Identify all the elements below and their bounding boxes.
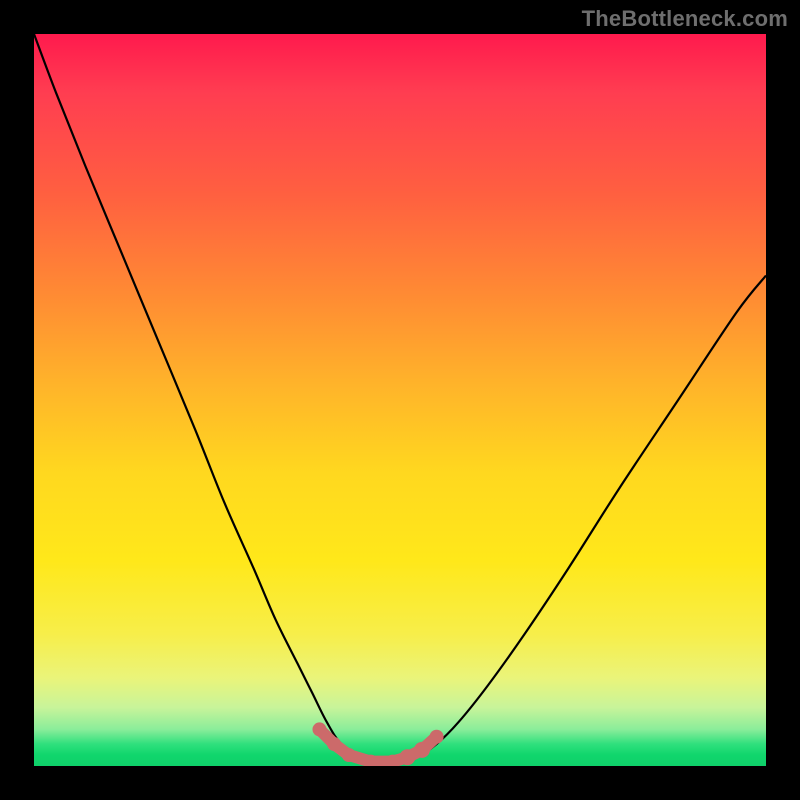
accent-dot [312, 722, 326, 736]
watermark-label: TheBottleneck.com [582, 6, 788, 32]
chart-canvas: TheBottleneck.com [0, 0, 800, 800]
plot-area [34, 34, 766, 766]
bottleneck-curve [34, 34, 766, 763]
chart-svg [34, 34, 766, 766]
accent-dot [327, 737, 341, 751]
accent-dot [399, 749, 415, 765]
accent-dot [430, 730, 444, 744]
accent-dot [414, 742, 430, 758]
accent-dot [342, 748, 356, 762]
